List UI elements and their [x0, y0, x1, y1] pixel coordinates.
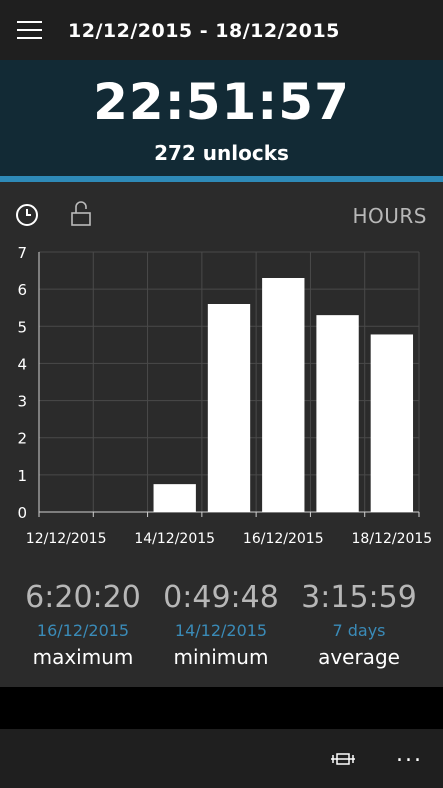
average-value: 3:15:59 [301, 580, 417, 615]
date-range-title: 12/12/2015 - 18/12/2015 [68, 20, 340, 42]
minimum-label: minimum [173, 645, 269, 669]
fit-width-icon[interactable] [330, 749, 356, 769]
stat-minimum: 0:49:48 14/12/2015 minimum [146, 576, 296, 672]
top-bar: 12/12/2015 - 18/12/2015 [0, 0, 443, 60]
x-tick-label: 12/12/2015 [26, 531, 107, 547]
y-tick-label: 5 [17, 318, 27, 336]
more-options-button[interactable]: ... [396, 743, 423, 767]
unlock-count: 272 unlocks [154, 141, 289, 165]
x-tick-label: 14/12/2015 [134, 531, 215, 547]
bar-17/12/2015 [316, 315, 359, 512]
average-days: 7 days [332, 621, 386, 640]
bar-16/12/2015 [262, 278, 305, 512]
bar-18/12/2015 [370, 334, 414, 512]
y-tick-label: 7 [17, 244, 27, 262]
unlock-hours-chart: 0 1 2 3 4 5 6 7 12/12/2015 14/12/2015 16/12/2015 18… [17, 244, 433, 547]
chart-controls: HOURS [0, 182, 443, 242]
hamburger-icon[interactable] [17, 21, 42, 39]
bar-14/12/2015 [153, 484, 196, 512]
y-tick-label: 6 [17, 281, 27, 299]
hours-toggle[interactable]: HOURS [352, 204, 427, 228]
average-label: average [318, 645, 400, 669]
y-tick-label: 3 [17, 393, 27, 411]
summary-panel: 22:51:57 272 unlocks [0, 60, 443, 176]
black-band [0, 687, 443, 729]
maximum-value: 6:20:20 [25, 580, 141, 615]
minimum-date: 14/12/2015 [174, 621, 268, 640]
stat-maximum: 6:20:20 16/12/2015 maximum [8, 576, 158, 672]
total-time: 22:51:57 [93, 73, 350, 131]
x-tick-label: 16/12/2015 [243, 531, 324, 547]
padlock-icon[interactable] [70, 200, 92, 228]
app-bar: ... [0, 729, 443, 788]
y-tick-label: 4 [17, 355, 27, 373]
stat-average: 3:15:59 7 days average [284, 576, 434, 672]
stats-section: 6:20:20 16/12/2015 maximum 0:49:48 14/12… [0, 576, 443, 676]
y-tick-label: 0 [17, 504, 27, 522]
x-tick-label: 18/12/2015 [352, 531, 433, 547]
y-tick-label: 1 [17, 467, 27, 485]
bar-15/12/2015 [207, 304, 251, 512]
maximum-label: maximum [32, 645, 134, 669]
clock-icon[interactable] [15, 203, 39, 227]
y-tick-label: 2 [17, 430, 27, 448]
maximum-date: 16/12/2015 [36, 621, 130, 640]
minimum-value: 0:49:48 [163, 580, 279, 615]
